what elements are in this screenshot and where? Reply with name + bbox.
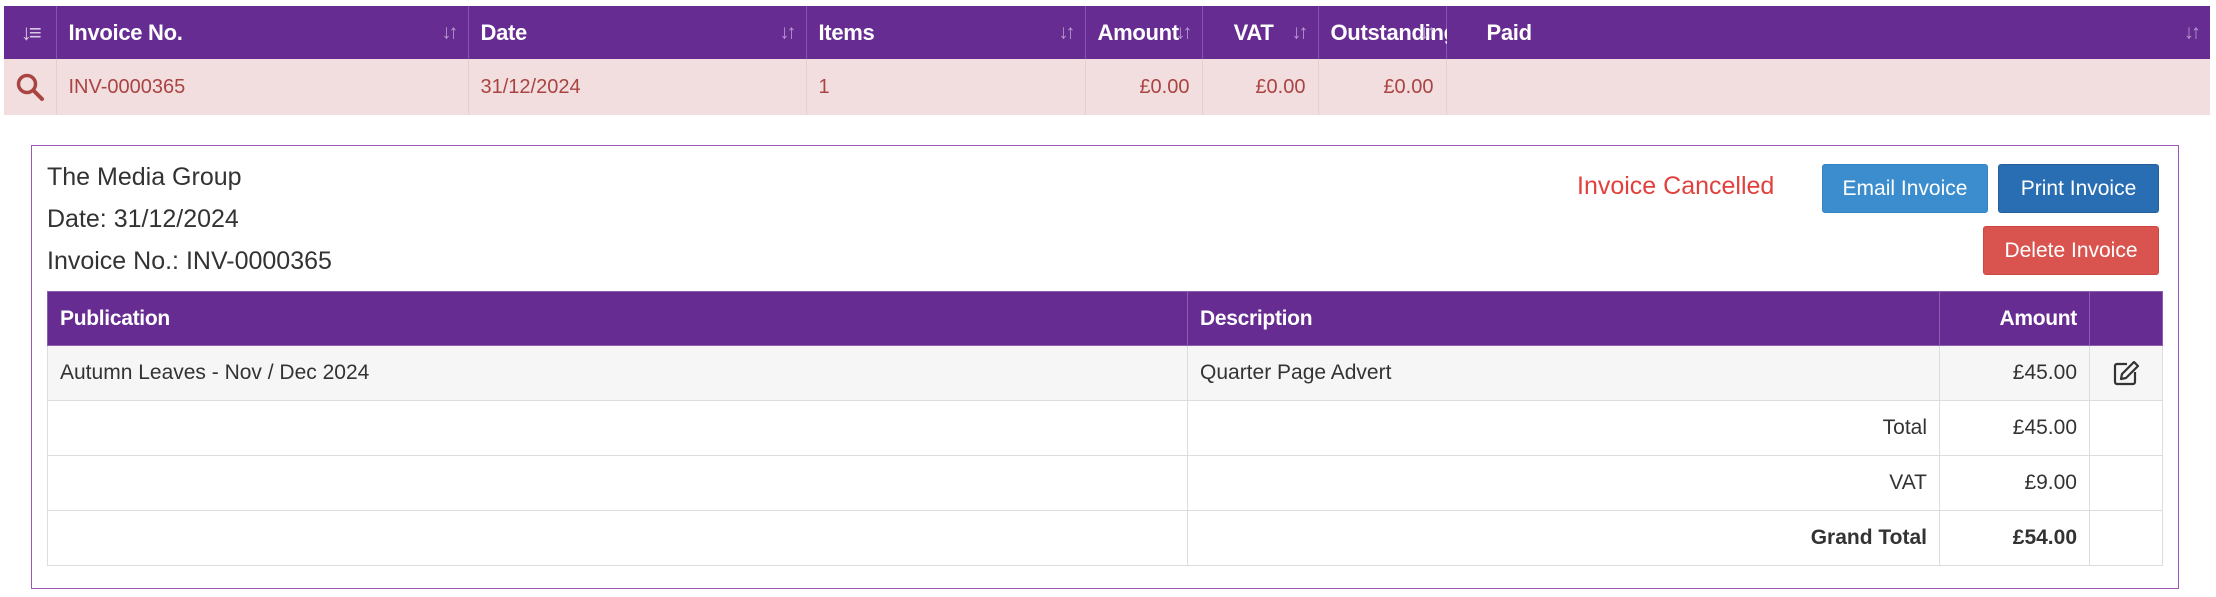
cell-outstanding: £0.00 xyxy=(1318,59,1447,115)
customer-name: The Media Group xyxy=(47,163,242,191)
vat-value: £9.00 xyxy=(1939,455,2090,511)
view-details-button[interactable] xyxy=(4,59,57,115)
cell-date: 31/12/2024 xyxy=(468,59,807,115)
column-header-label: Date xyxy=(480,19,528,45)
sort-icon: ↓↑ xyxy=(1419,21,1437,43)
cell-amount: £45.00 xyxy=(1939,345,2090,401)
sort-icon: ↓↑ xyxy=(1058,21,1076,43)
column-header-label: Paid xyxy=(1486,19,1533,45)
column-header-amount[interactable]: Amount ↓↑ xyxy=(1085,6,1203,59)
cell-amount: £0.00 xyxy=(1085,59,1203,115)
total-value: £45.00 xyxy=(1939,400,2090,456)
table-row: Autumn Leaves - Nov / Dec 2024 Quarter P… xyxy=(47,345,2163,401)
column-header-amount: Amount xyxy=(1939,291,2090,346)
column-header-label: VAT xyxy=(1233,19,1274,45)
column-header-vat[interactable]: VAT ↓↑ xyxy=(1202,6,1319,59)
cell-vat: £0.00 xyxy=(1202,59,1319,115)
totals-row-total: Total £45.00 xyxy=(47,400,2163,456)
items-header: Publication Description Amount xyxy=(47,291,2163,346)
sort-desc-icon: ↓≡ xyxy=(20,19,42,45)
sort-icon: ↓↑ xyxy=(1175,21,1193,43)
edit-icon xyxy=(2113,360,2140,386)
column-header-sort-all[interactable]: ↓≡ xyxy=(4,6,57,59)
cell-description: Quarter Page Advert xyxy=(1187,345,1940,401)
column-header-actions xyxy=(2089,291,2163,346)
delete-invoice-button[interactable]: Delete Invoice xyxy=(1983,226,2159,275)
empty-cell xyxy=(47,400,1188,456)
empty-cell xyxy=(2089,510,2163,566)
column-header-label: Outstanding xyxy=(1330,19,1458,45)
empty-cell xyxy=(47,510,1188,566)
column-header-label: Amount xyxy=(1097,19,1180,45)
print-invoice-button[interactable]: Print Invoice xyxy=(1998,164,2159,213)
table-row[interactable]: INV-0000365 31/12/2024 1 £0.00 £0.00 £0.… xyxy=(4,59,2210,115)
empty-cell xyxy=(47,455,1188,511)
edit-item-button[interactable] xyxy=(2089,345,2163,401)
sort-icon: ↓↑ xyxy=(2184,21,2201,43)
invoice-detail-panel: The Media Group Date: 31/12/2024 Invoice… xyxy=(31,145,2179,589)
invoice-info: The Media Group Date: 31/12/2024 Invoice… xyxy=(47,156,332,282)
cell-invoice-no: INV-0000365 xyxy=(56,59,469,115)
sort-icon: ↓↑ xyxy=(1291,21,1309,43)
sort-icon: ↓↑ xyxy=(441,21,459,43)
grand-total-value: £54.00 xyxy=(1939,510,2090,566)
column-header-items[interactable]: Items ↓↑ xyxy=(806,6,1086,59)
empty-cell xyxy=(2089,400,2163,456)
column-header-label: Items xyxy=(818,19,875,45)
status-badge: Invoice Cancelled xyxy=(1577,172,1775,200)
invoice-date: Date: 31/12/2024 xyxy=(47,205,239,233)
column-header-invoice-no[interactable]: Invoice No. ↓↑ xyxy=(56,6,469,59)
totals-row-grand-total: Grand Total £54.00 xyxy=(47,510,2163,566)
email-invoice-button[interactable]: Email Invoice xyxy=(1822,164,1988,213)
cell-publication: Autumn Leaves - Nov / Dec 2024 xyxy=(47,345,1188,401)
search-icon xyxy=(16,73,44,101)
total-label: Total xyxy=(1187,400,1940,456)
column-header-description: Description xyxy=(1187,291,1940,346)
vat-label: VAT xyxy=(1187,455,1940,511)
totals-row-vat: VAT £9.00 xyxy=(47,455,2163,511)
invoice-number: Invoice No.: INV-0000365 xyxy=(47,247,332,275)
column-header-paid[interactable]: Paid ↓↑ xyxy=(1446,6,2210,59)
sort-icon: ↓↑ xyxy=(779,21,797,43)
column-header-label: Invoice No. xyxy=(68,19,183,45)
invoice-list-header: ↓≡ Invoice No. ↓↑ Date ↓↑ Items ↓↑ Amoun… xyxy=(4,6,2210,59)
invoice-list-table: ↓≡ Invoice No. ↓↑ Date ↓↑ Items ↓↑ Amoun… xyxy=(4,6,2210,115)
column-header-outstanding[interactable]: Outstanding ↓↑ xyxy=(1318,6,1457,59)
cell-paid xyxy=(1446,59,2210,115)
cell-items: 1 xyxy=(806,59,1086,115)
grand-total-label: Grand Total xyxy=(1187,510,1940,566)
column-header-date[interactable]: Date ↓↑ xyxy=(468,6,807,59)
invoice-items-table: Publication Description Amount Autumn Le… xyxy=(47,291,2163,566)
empty-cell xyxy=(2089,455,2163,511)
column-header-publication: Publication xyxy=(47,291,1188,346)
